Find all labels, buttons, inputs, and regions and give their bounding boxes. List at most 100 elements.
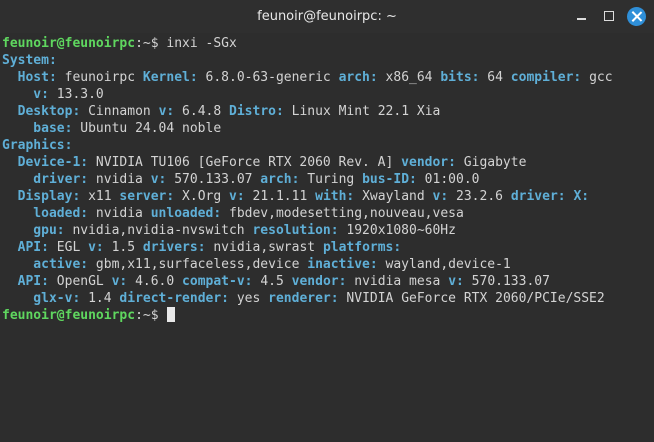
field-key: driver: (510, 189, 566, 204)
field-value: nvidia,swrast (205, 240, 323, 255)
input-line[interactable]: feunoir@feunoirpc:~$ (2, 307, 613, 324)
title-bar[interactable]: feunoir@feunoirpc: ~ (0, 0, 654, 34)
field-key: bits: (440, 70, 480, 85)
field-value: NVIDIA TU106 [GeForce RTX 2060 Rev. A] (88, 155, 402, 170)
field-value: 13.3.0 (48, 87, 104, 102)
field-key: gpu: (2, 223, 65, 238)
field-value: 4.5 (252, 274, 292, 289)
field-value: gcc (581, 70, 613, 85)
field-value: 1920x1080~60Hz (338, 223, 456, 238)
field-value: NVIDIA GeForce RTX 2060/PCIe/SSE2 (338, 291, 605, 306)
field-key: platforms: (322, 240, 402, 255)
scrollbar[interactable] (646, 33, 654, 442)
field-value: fbdev,modesetting,nouveau,vesa (221, 206, 464, 221)
terminal-window: feunoir@feunoirpc: ~ feunoir@feunoirpc:~… (0, 0, 654, 442)
field-key: arch: (260, 172, 300, 187)
field-value: 6.4.8 (174, 104, 230, 119)
output-line: v: 13.3.0 (2, 86, 613, 103)
field-key: X: (565, 189, 590, 204)
field-value: yes (229, 291, 269, 306)
field-value: nvidia (88, 172, 151, 187)
field-key: unloaded: (150, 206, 222, 221)
field-value: 01:00.0 (416, 172, 480, 187)
output-line: Graphics: (2, 137, 613, 154)
field-value: Xwayland (354, 189, 433, 204)
field-key: loaded: (2, 206, 89, 221)
field-value: 21.1.11 (244, 189, 316, 204)
field-key: v: (229, 189, 245, 204)
field-key: Distro: (229, 104, 284, 119)
text-cursor (167, 307, 176, 322)
field-key: Kernel: (142, 70, 198, 85)
command-text: inxi -SGx (166, 36, 237, 51)
field-key: v: (158, 104, 175, 119)
field-key: Device-1: (2, 155, 89, 170)
minimize-button[interactable] (572, 7, 590, 25)
close-button[interactable] (627, 7, 646, 26)
field-key: Graphics: (2, 138, 73, 153)
field-key: active: (2, 257, 89, 272)
field-value: EGL (48, 240, 89, 255)
terminal-output[interactable]: feunoir@feunoirpc:~$ inxi -SGx System: H… (0, 33, 646, 442)
field-key: direct-render: (119, 291, 229, 306)
field-value: x86_64 (377, 70, 441, 85)
maximize-button[interactable] (600, 7, 618, 25)
field-key: v: (88, 240, 104, 255)
field-key: Host: (2, 70, 57, 85)
prompt-suffix: :~$ (135, 36, 159, 51)
field-value: 1.5 (103, 240, 143, 255)
field-key: API: (2, 274, 49, 289)
field-key: arch: (338, 70, 378, 85)
field-key: driver: (2, 172, 89, 187)
field-key: API: (2, 240, 49, 255)
field-value: Cinnamon (80, 104, 159, 119)
field-value: Gigabyte (455, 155, 527, 170)
field-key: compat-v: (182, 274, 253, 289)
minimize-icon (576, 18, 586, 20)
field-value: OpenGL (48, 274, 112, 289)
field-key: drivers: (142, 240, 206, 255)
field-key: server: (119, 189, 175, 204)
field-value: 570.133.07 (463, 274, 550, 289)
field-key: with: (315, 189, 355, 204)
field-value: wayland,device-1 (377, 257, 511, 272)
output-line: loaded: nvidia unloaded: fbdev,modesetti… (2, 205, 613, 222)
field-value: 23.2.6 (448, 189, 511, 204)
field-value: feunoirpc (56, 70, 143, 85)
output-line: driver: nvidia v: 570.133.07 arch: Turin… (2, 171, 613, 188)
field-key: v: (150, 172, 167, 187)
output-line: gpu: nvidia,nvidia-nvswitch resolution: … (2, 222, 613, 239)
field-key: resolution: (252, 223, 339, 238)
field-value: gbm,x11,surfaceless,device (88, 257, 308, 272)
field-key: v: (2, 87, 49, 102)
field-value: Ubuntu 24.04 noble (72, 121, 222, 136)
output-line: Desktop: Cinnamon v: 6.4.8 Distro: Linux… (2, 103, 613, 120)
field-value: nvidia mesa (346, 274, 449, 289)
field-key: renderer: (268, 291, 339, 306)
output-line: Device-1: NVIDIA TU106 [GeForce RTX 2060… (2, 154, 613, 171)
field-key: System: (2, 53, 57, 68)
field-value: Linux Mint 22.1 Xia (283, 104, 441, 119)
field-value: X.Org (174, 189, 230, 204)
field-key: vendor: (291, 274, 347, 289)
field-key: v: (448, 274, 464, 289)
field-value: 570.133.07 (166, 172, 261, 187)
output-line: glx-v: 1.4 direct-render: yes renderer: … (2, 290, 613, 307)
field-value: 1.4 (80, 291, 120, 306)
field-value: x11 (80, 189, 120, 204)
maximize-icon (604, 11, 614, 21)
output-line: System: (2, 52, 613, 69)
output-line: Display: x11 server: X.Org v: 21.1.11 wi… (2, 188, 613, 205)
output-line: active: gbm,x11,surfaceless,device inact… (2, 256, 613, 273)
command-line: feunoir@feunoirpc:~$ inxi -SGx (2, 35, 613, 52)
field-key: base: (2, 121, 73, 136)
field-value: nvidia,nvidia-nvswitch (64, 223, 253, 238)
field-value: nvidia (88, 206, 151, 221)
field-key: Display: (2, 189, 81, 204)
field-key: Desktop: (2, 104, 81, 119)
field-key: compiler: (510, 70, 582, 85)
field-key: bus-ID: (362, 172, 417, 187)
field-key: vendor: (401, 155, 456, 170)
output-block: System: Host: feunoirpc Kernel: 6.8.0-63… (2, 52, 613, 307)
window-title: feunoir@feunoirpc: ~ (257, 9, 397, 24)
